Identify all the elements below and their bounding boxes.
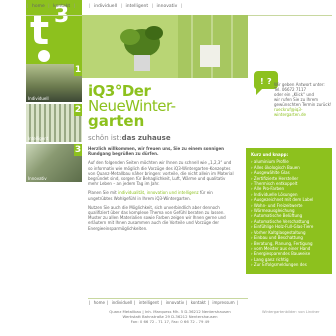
page-subtitle: schön ist:das zuhause bbox=[88, 134, 171, 142]
feature-list-box: Kurz und knapp: aluminium ProfileAlles ö… bbox=[246, 148, 332, 274]
nav-link-innovativ[interactable]: innovativ bbox=[157, 4, 178, 9]
thumb-innovativ[interactable]: 3 Innovativ bbox=[26, 144, 82, 182]
thumb-caption: Innovativ bbox=[28, 176, 47, 181]
feature-list-item[interactable]: Zur Erfolgsmeldungen des bbox=[251, 262, 327, 267]
nav-link-intelligent[interactable]: intelligent bbox=[125, 4, 148, 9]
subtitle-bold: das zuhause bbox=[121, 134, 171, 142]
subtitle-light: schön ist: bbox=[88, 134, 122, 142]
callback-info: Wir geben Antwort unter: Tel. 06672 7117… bbox=[274, 82, 334, 117]
intro-paragraph-3: Nutzen Sie auch die Möglichkeit, sich un… bbox=[88, 204, 226, 231]
top-nav-bar: | home | kontakt | | individuell | intel… bbox=[26, 0, 296, 15]
footer-address: Quanz Metallbau | Inh. Marquess Mh. 5 D-… bbox=[95, 309, 245, 324]
nav-link-home[interactable]: home bbox=[32, 4, 45, 9]
section-thumbnails: 1 Individuell 2 Intelligent 3 Innovativ bbox=[26, 64, 82, 184]
thumb-intelligent[interactable]: 2 Intelligent bbox=[26, 104, 82, 142]
intro-text: Herzlich willkommen, wir freuen uns, Sie… bbox=[88, 146, 236, 235]
thumb-number: 2 bbox=[74, 104, 82, 116]
svg-text:?: ? bbox=[267, 77, 272, 86]
feature-list-title: Kurz und knapp: bbox=[251, 152, 289, 157]
thumb-individuell[interactable]: 1 Individuell bbox=[26, 64, 82, 102]
thumb-number: 1 bbox=[74, 64, 82, 76]
footer-divider bbox=[88, 298, 248, 299]
address-line: Fon: 0 66 72 - 71 17, Fax: 0 66 72 - 79 … bbox=[130, 319, 210, 324]
svg-text:!: ! bbox=[260, 77, 264, 86]
footer-link-innovativ[interactable]: innovativ bbox=[166, 300, 185, 305]
hero-image bbox=[82, 15, 248, 78]
nav-link-kontakt[interactable]: kontakt bbox=[53, 4, 70, 9]
footer-link-home[interactable]: home bbox=[94, 300, 105, 305]
callback-email-link[interactable]: rueckruf@iq3-wintergarten.de bbox=[274, 107, 334, 117]
thumb-caption: Individuell bbox=[28, 96, 49, 101]
nav-link-individuell[interactable]: individuell bbox=[94, 4, 117, 9]
intro-lead: Herzlich willkommen, wir freuen uns, Sie… bbox=[88, 146, 225, 157]
footer-link-impressum[interactable]: impressum bbox=[212, 300, 234, 305]
footer-link-intelligent[interactable]: intelligent bbox=[139, 300, 159, 305]
feature-list: aluminium ProfileAlles ökologisch BauenA… bbox=[251, 159, 327, 267]
footer-link-individuell[interactable]: individuell bbox=[112, 300, 133, 305]
title-line-3: garten bbox=[88, 112, 145, 130]
top-nav-mid: | individuell | intelligent | innovativ … bbox=[89, 4, 183, 9]
thumb-caption: Intelligent bbox=[28, 136, 49, 141]
image-credit: Wintergartenbilder: von Lindner bbox=[262, 310, 320, 314]
plant-illustration bbox=[82, 15, 248, 78]
footer-link-kontakt[interactable]: kontakt bbox=[191, 300, 206, 305]
thumb-number: 3 bbox=[74, 144, 82, 156]
top-nav-left: | home | kontakt | bbox=[27, 4, 76, 9]
intro-paragraph-2: Planen Sie mit individualität, innovatio… bbox=[88, 190, 213, 201]
page-title: iQ3°Der NeueWinter- garten bbox=[88, 84, 258, 129]
intro-paragraph-1: Auf den folgenden Seiten möchten wir Ihn… bbox=[88, 160, 234, 187]
footer-nav: | home | individuell | intelligent | innova… bbox=[89, 300, 238, 305]
